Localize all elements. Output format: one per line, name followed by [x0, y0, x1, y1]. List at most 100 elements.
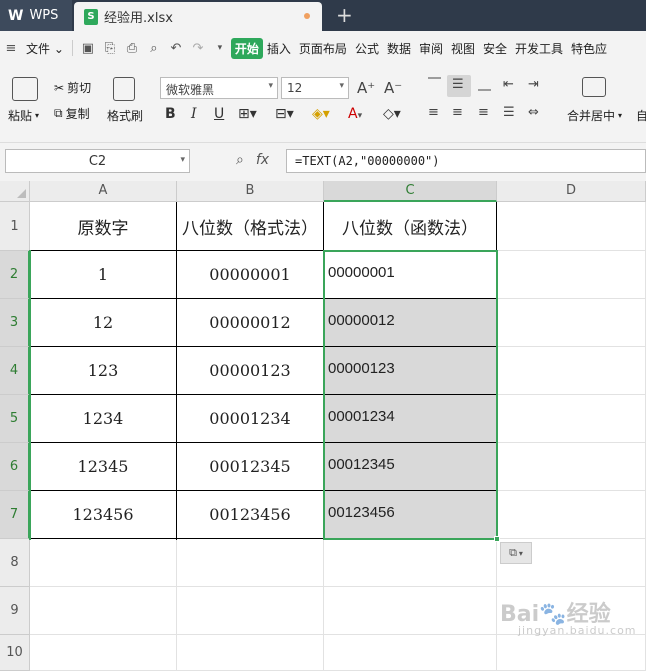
distributed-icon[interactable]: ⇔: [528, 105, 539, 120]
cell-d7[interactable]: [497, 491, 646, 539]
row-header-8[interactable]: 8: [0, 539, 30, 587]
decrease-font-icon[interactable]: A⁻: [384, 79, 402, 97]
column-header-c[interactable]: C: [324, 181, 497, 202]
cell-a8[interactable]: [30, 539, 177, 587]
hamburger-menu-icon[interactable]: ≡: [0, 41, 22, 56]
cell-a1[interactable]: 原数字: [30, 202, 177, 251]
print-preview-icon[interactable]: ⌕: [143, 41, 165, 56]
cell-b2[interactable]: 00000001: [177, 251, 324, 299]
merge-center-icon[interactable]: [582, 77, 606, 97]
align-middle-icon[interactable]: ☰: [452, 77, 464, 92]
paste-options-button[interactable]: ⧉ ▾: [500, 542, 532, 564]
cell-b1[interactable]: 八位数（格式法）: [177, 202, 324, 251]
cell-b10[interactable]: [177, 635, 324, 671]
cell-c4[interactable]: 00000123: [324, 347, 497, 395]
cell-c8[interactable]: [324, 539, 497, 587]
row-header-6[interactable]: 6: [0, 443, 30, 491]
italic-icon[interactable]: I: [191, 106, 197, 122]
cell-d1[interactable]: [497, 202, 646, 251]
cell-a9[interactable]: [30, 587, 177, 635]
font-color-icon[interactable]: A▾: [348, 106, 362, 122]
paste-button[interactable]: 粘贴 ▾: [8, 107, 39, 124]
cell-d5[interactable]: [497, 395, 646, 443]
column-header-a[interactable]: A: [30, 181, 177, 202]
row-header-10[interactable]: 10: [0, 635, 30, 671]
cell-a2[interactable]: 1: [30, 251, 177, 299]
cell-c6[interactable]: 00012345: [324, 443, 497, 491]
menu-formulas[interactable]: 公式: [351, 40, 383, 57]
align-left-icon[interactable]: ≡: [428, 105, 439, 120]
new-tab-button[interactable]: +: [336, 3, 353, 27]
bold-icon[interactable]: B: [165, 106, 176, 122]
cell-d6[interactable]: [497, 443, 646, 491]
cell-b4[interactable]: 00000123: [177, 347, 324, 395]
export-icon[interactable]: ⎘: [99, 41, 121, 56]
select-all-corner[interactable]: [0, 181, 30, 202]
align-top-icon[interactable]: ⎺: [428, 77, 441, 92]
cell-c1[interactable]: 八位数（函数法）: [324, 202, 497, 251]
quick-access-dropdown-icon[interactable]: ▾: [209, 43, 231, 53]
menu-data[interactable]: 数据: [383, 40, 415, 57]
row-header-4[interactable]: 4: [0, 347, 30, 395]
undo-icon[interactable]: ↶: [165, 41, 187, 56]
menu-insert[interactable]: 插入: [263, 40, 295, 57]
print-icon[interactable]: ⎙: [121, 41, 143, 56]
menu-security[interactable]: 安全: [479, 40, 511, 57]
cell-d3[interactable]: [497, 299, 646, 347]
row-header-3[interactable]: 3: [0, 299, 30, 347]
fill-style-icon[interactable]: ⊟▾: [275, 106, 294, 122]
cell-a10[interactable]: [30, 635, 177, 671]
cell-a6[interactable]: 12345: [30, 443, 177, 491]
redo-icon[interactable]: ↷: [187, 41, 209, 56]
cell-b3[interactable]: 00000012: [177, 299, 324, 347]
row-header-5[interactable]: 5: [0, 395, 30, 443]
copy-button[interactable]: ⧉ 复制: [54, 105, 90, 122]
column-header-d[interactable]: D: [497, 181, 646, 202]
paste-icon[interactable]: [12, 77, 38, 101]
menu-review[interactable]: 审阅: [415, 40, 447, 57]
formula-input[interactable]: =TEXT(A2,"00000000"): [286, 149, 646, 173]
indent-decrease-icon[interactable]: ⇤: [503, 77, 514, 92]
indent-increase-icon[interactable]: ⇥: [528, 77, 539, 92]
cut-button[interactable]: ✂ 剪切: [54, 79, 91, 96]
cell-b6[interactable]: 00012345: [177, 443, 324, 491]
cell-c2[interactable]: 00000001: [324, 251, 497, 299]
menu-file[interactable]: 文件 ⌄: [22, 40, 68, 57]
menu-page-layout[interactable]: 页面布局: [295, 40, 351, 57]
cell-d2[interactable]: [497, 251, 646, 299]
cell-c5[interactable]: 00001234: [324, 395, 497, 443]
cell-a5[interactable]: 1234: [30, 395, 177, 443]
underline-icon[interactable]: U: [214, 106, 224, 122]
cell-b5[interactable]: 00001234: [177, 395, 324, 443]
row-header-2[interactable]: 2: [0, 251, 30, 299]
cell-d4[interactable]: [497, 347, 646, 395]
format-painter-button[interactable]: 格式刷: [107, 107, 143, 124]
align-bottom-icon[interactable]: ⎽: [478, 77, 491, 92]
cell-b8[interactable]: [177, 539, 324, 587]
menu-features[interactable]: 特色应: [567, 40, 611, 57]
auto-wrap-button[interactable]: 自: [636, 107, 646, 124]
cell-b7[interactable]: 00123456: [177, 491, 324, 539]
increase-font-icon[interactable]: A⁺: [357, 79, 375, 97]
menu-developer[interactable]: 开发工具: [511, 40, 567, 57]
menu-view[interactable]: 视图: [447, 40, 479, 57]
cell-c7[interactable]: 00123456: [324, 491, 497, 539]
align-center-icon[interactable]: ≡: [452, 105, 463, 120]
row-header-1[interactable]: 1: [0, 202, 30, 251]
column-header-b[interactable]: B: [177, 181, 324, 202]
align-right-icon[interactable]: ≡: [478, 105, 489, 120]
zoom-search-icon[interactable]: ⌕: [236, 152, 244, 168]
cell-a7[interactable]: 123456: [30, 491, 177, 539]
border-icon[interactable]: ⊞▾: [238, 106, 257, 122]
cell-c9[interactable]: [324, 587, 497, 635]
cell-a3[interactable]: 12: [30, 299, 177, 347]
font-name-select[interactable]: 微软雅黑 ▾: [160, 77, 278, 99]
name-box[interactable]: C2 ▾: [5, 149, 190, 173]
fx-icon[interactable]: fx: [256, 152, 269, 168]
fill-color-icon[interactable]: ◈▾: [312, 106, 330, 122]
cell-b9[interactable]: [177, 587, 324, 635]
row-header-9[interactable]: 9: [0, 587, 30, 635]
eraser-icon[interactable]: ◇▾: [383, 106, 401, 122]
file-tab[interactable]: S 经验用.xlsx: [74, 2, 322, 31]
font-size-select[interactable]: 12 ▾: [281, 77, 349, 99]
